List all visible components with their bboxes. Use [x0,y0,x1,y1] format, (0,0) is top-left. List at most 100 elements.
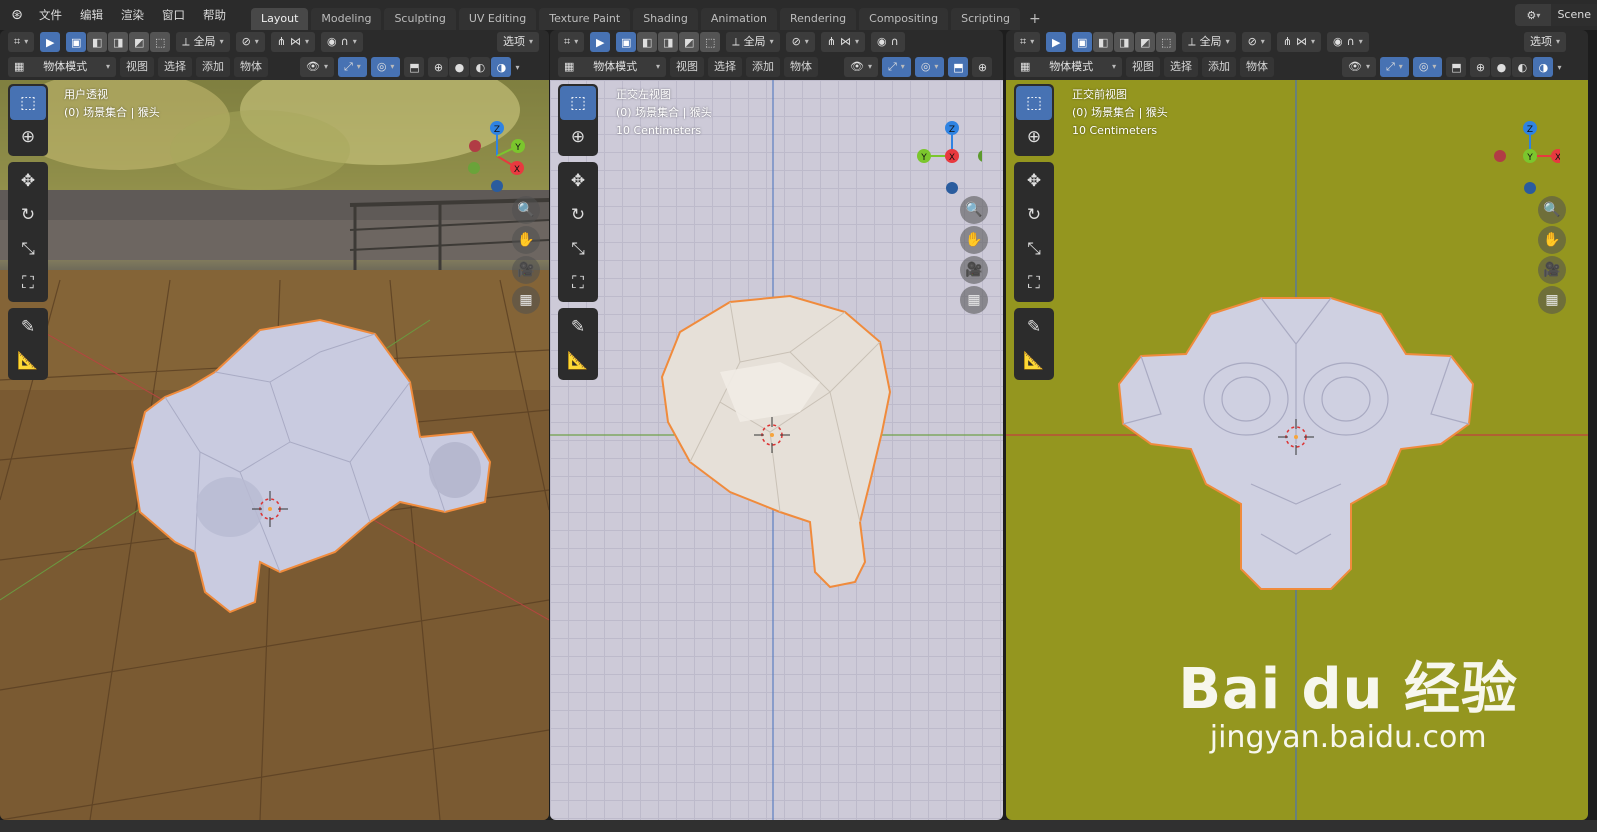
select-invert-icon[interactable]: ◩ [1135,32,1156,52]
select-invert-icon[interactable]: ◩ [679,32,700,52]
menu-window[interactable]: 窗口 [153,0,194,30]
menu-edit[interactable]: 编辑 [71,0,112,30]
zoom-icon[interactable]: 🔍 [960,196,988,224]
overlays-toggle[interactable]: ◎ ▾ [914,57,945,77]
select-new-icon[interactable]: ▣ [1072,32,1093,52]
rendered-shading-icon[interactable]: ◑ [491,57,512,77]
transform-orientation-dropdown[interactable]: ⟂ 全局 ▾ [1182,32,1236,52]
select-extend-icon[interactable]: ◧ [87,32,108,52]
pivot-point-button[interactable]: ⊘ ▾ [1241,32,1271,52]
pivot-point-button[interactable]: ⊘ ▾ [235,32,265,52]
tab-rendering[interactable]: Rendering [779,8,857,30]
select-intersect-icon[interactable]: ⬚ [150,32,171,52]
transform-orientation-dropdown[interactable]: ⟂ 全局 ▾ [176,32,230,52]
select-subtract-icon[interactable]: ◨ [108,32,129,52]
pan-hand-icon[interactable]: ✋ [512,226,540,254]
proportional-edit-button[interactable]: ◉ ∩ ▾ [321,32,363,52]
gizmo-neg-x[interactable] [469,140,481,152]
gizmo-neg-y[interactable] [978,150,982,162]
material-shading-icon[interactable]: ◐ [470,57,491,77]
navigation-gizmo[interactable]: Z X Y [1490,116,1560,196]
menu-object[interactable]: 物体 [1240,57,1274,77]
menu-view[interactable]: 视图 [670,57,704,77]
mode-dropdown[interactable]: ▦ 物体模式 ▾ [8,57,116,77]
menu-help[interactable]: 帮助 [194,0,235,30]
tab-texture-paint[interactable]: Texture Paint [539,8,631,30]
blender-logo-icon[interactable]: ⊛ [4,0,30,30]
pivot-point-button[interactable]: ⊘ ▾ [785,32,815,52]
menu-object[interactable]: 物体 [784,57,818,77]
xray-toggle-icon[interactable]: ⬒ [1446,57,1467,77]
visibility-button[interactable]: 👁 ▾ [300,57,334,77]
select-new-icon[interactable]: ▣ [66,32,87,52]
rotate-tool-icon[interactable]: ↻ [1016,198,1052,232]
camera-icon[interactable]: 🎥 [960,256,988,284]
overlays-toggle[interactable]: ◎ ▾ [1412,57,1443,77]
proportional-edit-button[interactable]: ◉ ∩ ▾ [1327,32,1369,52]
tab-sculpting[interactable]: Sculpting [384,8,456,30]
select-extend-icon[interactable]: ◧ [1093,32,1114,52]
material-shading-icon[interactable]: ◐ [1512,57,1533,77]
select-extend-icon[interactable]: ◧ [637,32,658,52]
mode-dropdown[interactable]: ▦ 物体模式 ▾ [1014,57,1122,77]
menu-view[interactable]: 视图 [120,57,154,77]
annotate-tool-icon[interactable]: ✎ [560,310,596,344]
tab-scripting[interactable]: Scripting [951,8,1021,30]
transform-tool-icon[interactable]: ⛶ [1016,266,1052,300]
shading-options-chevron-icon[interactable]: ▾ [1557,63,1561,72]
add-workspace-button[interactable]: + [1023,8,1047,30]
gizmo-neg-z[interactable] [491,180,503,192]
gizmo-toggle[interactable]: ⤢ ▾ [1379,57,1409,77]
solid-shading-icon[interactable]: ● [1491,57,1512,77]
move-tool-icon[interactable]: ✥ [10,164,46,198]
solid-shading-icon[interactable]: ● [449,57,470,77]
editor-type-button[interactable]: ⌗ ▾ [8,32,35,52]
wireframe-shading-icon[interactable]: ⊕ [972,57,993,77]
tab-layout[interactable]: Layout [251,8,309,30]
rotate-tool-icon[interactable]: ↻ [10,198,46,232]
select-box-tool-icon[interactable]: ⬚ [560,86,596,120]
select-tool-icon[interactable]: ▶ [40,32,61,52]
editor-type-button[interactable]: ⌗ ▾ [1014,32,1041,52]
rendered-shading-icon[interactable]: ◑ [1533,57,1554,77]
xray-toggle-icon[interactable]: ⬒ [404,57,425,77]
menu-render[interactable]: 渲染 [112,0,153,30]
transform-tool-icon[interactable]: ⛶ [10,266,46,300]
scene-name[interactable]: Scene [1551,4,1597,26]
scale-tool-icon[interactable]: ⤡ [1016,232,1052,266]
viewport-3d[interactable]: 用户透视 (0) 场景集合 | 猴头 ⬚ ⊕ ✥ ↻ ⤡ ⛶ ✎ 📐 Z X Y… [0,80,549,820]
cursor-tool-icon[interactable]: ⊕ [560,120,596,154]
tab-animation[interactable]: Animation [700,8,777,30]
select-intersect-icon[interactable]: ⬚ [700,32,721,52]
perspective-toggle-icon[interactable]: ▦ [1538,286,1566,314]
snap-button[interactable]: ⋔ ⋈ ▾ [820,32,866,52]
navigation-gizmo[interactable]: Z X Y [462,116,532,196]
gizmo-neg-y[interactable] [468,162,480,174]
perspective-toggle-icon[interactable]: ▦ [512,286,540,314]
gizmo-toggle[interactable]: ⤢ ▾ [881,57,911,77]
cursor-tool-icon[interactable]: ⊕ [1016,120,1052,154]
tab-uv-editing[interactable]: UV Editing [458,8,537,30]
options-dropdown[interactable]: 选项 ▾ [1523,32,1566,52]
overlays-toggle[interactable]: ◎ ▾ [370,57,401,77]
camera-icon[interactable]: 🎥 [1538,256,1566,284]
scene-icon[interactable]: ⚙ ▾ [1515,4,1552,26]
navigation-gizmo[interactable]: Z Y X [912,116,982,196]
select-subtract-icon[interactable]: ◨ [658,32,679,52]
menu-add[interactable]: 添加 [196,57,230,77]
wireframe-shading-icon[interactable]: ⊕ [428,57,449,77]
shading-options-chevron-icon[interactable]: ▾ [515,63,519,72]
annotate-tool-icon[interactable]: ✎ [1016,310,1052,344]
select-box-tool-icon[interactable]: ⬚ [1016,86,1052,120]
annotate-tool-icon[interactable]: ✎ [10,310,46,344]
gizmo-neg-z[interactable] [1524,182,1536,194]
tab-compositing[interactable]: Compositing [859,8,949,30]
menu-view[interactable]: 视图 [1126,57,1160,77]
tab-shading[interactable]: Shading [633,8,698,30]
pan-hand-icon[interactable]: ✋ [960,226,988,254]
gizmo-neg-x[interactable] [1494,150,1506,162]
menu-select[interactable]: 选择 [708,57,742,77]
proportional-edit-button[interactable]: ◉ ∩ [871,32,905,52]
rotate-tool-icon[interactable]: ↻ [560,198,596,232]
pan-hand-icon[interactable]: ✋ [1538,226,1566,254]
